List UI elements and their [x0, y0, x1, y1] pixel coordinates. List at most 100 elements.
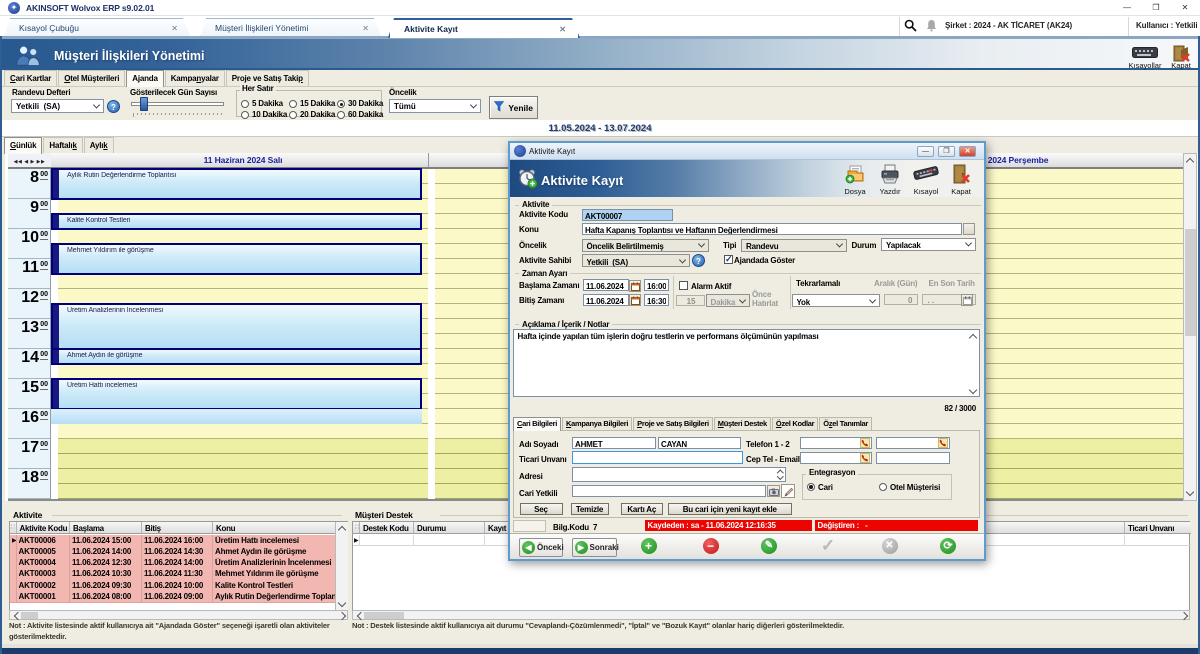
aktivite-kodu-field[interactable]: AKT00007	[582, 209, 673, 221]
activity-col-1[interactable]: Aktivite Kodu	[16, 522, 71, 533]
scroll-left-button[interactable]	[11, 611, 21, 619]
email-field[interactable]	[876, 452, 951, 464]
scroll-down-button[interactable]	[1184, 486, 1196, 500]
dialog-tool-k-sayol[interactable]: Kısayol	[911, 164, 941, 196]
radio-30-dakika[interactable]	[337, 100, 345, 108]
time-slot[interactable]	[58, 454, 428, 469]
scroll-left-button[interactable]	[354, 611, 364, 619]
edit-button[interactable]	[781, 484, 795, 498]
radio-60-dakika[interactable]	[337, 111, 345, 119]
cancel-button[interactable]: ✕	[882, 538, 898, 554]
confirm-button[interactable]: ✓	[820, 538, 836, 554]
module-tab-otel-m-terileri[interactable]: Otel Müşterileri	[58, 70, 125, 86]
phone-icon[interactable]	[938, 438, 948, 448]
aciklama-textarea[interactable]: Hafta içinde yapılan tüm işlerin doğru t…	[513, 329, 980, 398]
telefon2-field[interactable]	[876, 437, 951, 449]
activity-col-2[interactable]: Başlama	[69, 522, 142, 533]
onceki-button[interactable]: ◀Önceki	[519, 538, 563, 557]
scroll-down-button[interactable]	[336, 598, 348, 609]
scroll-up-button[interactable]	[336, 523, 348, 534]
soyadi-field[interactable]: CAYAN	[658, 437, 742, 449]
konu-field[interactable]: Hafta Kapanış Toplantısı ve Haftanın Değ…	[582, 223, 962, 235]
time-slot[interactable]	[58, 469, 428, 484]
module-tab-cari-kartlar[interactable]: Cari Kartlar	[4, 70, 57, 86]
scroll-thumb[interactable]	[1185, 229, 1196, 336]
calendar-nav-cell[interactable]: ◀◀ ◀ ▶ ▶▶	[8, 153, 51, 169]
calendar-tab-3[interactable]: Aylık	[84, 137, 114, 153]
cari-radio[interactable]	[807, 483, 815, 491]
module-close-button[interactable]: Kapat	[1164, 42, 1198, 69]
time-slot[interactable]	[58, 229, 428, 244]
dialog-tab-4[interactable]: Müşteri Destek	[714, 417, 771, 430]
dialog-tab-3[interactable]: Proje ve Satış Bilgileri	[633, 417, 713, 430]
aktivite-sahibi-select[interactable]: Yetkili (SA)	[582, 254, 691, 267]
phone-icon[interactable]	[860, 438, 870, 448]
telefon1-field[interactable]	[800, 437, 872, 449]
dialog-tab-5[interactable]: Özel Kodlar	[772, 417, 818, 430]
scroll-up-button[interactable]	[1184, 154, 1196, 168]
calendar-nav-arrows[interactable]: ◀◀ ◀ ▶ ▶▶	[14, 159, 46, 165]
dialog-tool-dosya[interactable]: Dosya	[840, 164, 870, 196]
activity-hscrollbar[interactable]	[9, 610, 348, 620]
scroll-thumb[interactable]	[21, 612, 38, 619]
action-button-2[interactable]: Temizle	[571, 503, 609, 516]
phone-icon[interactable]	[860, 453, 870, 463]
day-count-slider-thumb[interactable]	[140, 97, 148, 111]
window-close-button[interactable]: ✕	[1178, 4, 1192, 13]
calendar-event[interactable]: Mehmet Yıldırım ile görüşme	[51, 243, 422, 275]
action-button-4[interactable]: Bu cari için yeni kayıt ekle	[668, 503, 792, 516]
activity-col-3[interactable]: Bitiş	[141, 522, 213, 533]
help-button[interactable]: ?	[107, 100, 120, 113]
sonraki-button[interactable]: ▶Sonraki	[572, 538, 617, 557]
notification-bell-icon[interactable]	[926, 19, 937, 32]
dialog-minimize-button[interactable]: —	[917, 146, 934, 157]
selected-slot[interactable]	[51, 409, 422, 424]
adi-field[interactable]: AHMET	[572, 437, 656, 449]
add-record-button[interactable]: +	[641, 538, 657, 554]
tekrar-select[interactable]: Yok	[792, 294, 880, 307]
activity-row[interactable]: AKT0000111.06.2024 08:0011.06.2024 09:00…	[10, 591, 335, 603]
dialog-tab-1[interactable]: Cari Bilgileri	[513, 417, 561, 431]
activity-col-4[interactable]: Konu	[212, 522, 337, 533]
oncelik-select[interactable]: Öncelik Belirtilmemiş	[582, 239, 709, 252]
scroll-right-button[interactable]	[337, 611, 347, 619]
dialog-tab-2[interactable]: Kampanya Bilgileri	[562, 417, 632, 430]
support-hscrollbar[interactable]	[352, 610, 1190, 620]
time-slot[interactable]	[58, 274, 428, 289]
bitis-time-field[interactable]: 16:30	[644, 294, 669, 306]
tab-close-icon[interactable]: ✕	[559, 20, 566, 39]
calendar-vscrollbar[interactable]	[1183, 153, 1197, 501]
time-slot[interactable]	[58, 289, 428, 304]
calendar-tab-2[interactable]: Haftalık	[43, 137, 82, 153]
delete-record-button[interactable]: −	[703, 538, 719, 554]
window-maximize-button[interactable]: ❐	[1149, 4, 1163, 13]
alarm-aktif-checkbox[interactable]	[679, 281, 688, 290]
bitis-date-field[interactable]: 11.06.2024	[583, 294, 629, 306]
radio-5-dakika[interactable]	[241, 100, 249, 108]
support-col-last[interactable]: Ticari Unvanı	[1124, 522, 1192, 533]
tipi-select[interactable]: Randevu	[741, 239, 847, 252]
cep-tel-field[interactable]	[800, 452, 872, 464]
time-slot[interactable]	[58, 439, 428, 454]
calendar-picker-button[interactable]	[961, 294, 973, 306]
cari-yetkili-field[interactable]	[572, 485, 766, 497]
baslama-time-field[interactable]: 16:00	[644, 279, 669, 291]
support-col-2[interactable]: Durumu	[413, 522, 485, 533]
time-slot[interactable]	[58, 424, 428, 439]
textarea-scroll-up[interactable]	[969, 332, 977, 340]
time-slot[interactable]	[58, 199, 428, 214]
dialog-help-button[interactable]: ?	[692, 254, 705, 267]
dialog-close-button[interactable]: ✕	[959, 146, 976, 157]
action-button-1[interactable]: Seç	[520, 503, 563, 516]
ajandada-goster-checkbox[interactable]	[724, 255, 733, 264]
document-tab-1[interactable]: Kısayol Çubuğu✕	[4, 18, 191, 38]
otel-radio[interactable]	[879, 483, 887, 491]
calendar-picker-button[interactable]	[629, 280, 641, 292]
support-col-1[interactable]: Destek Kodu	[359, 522, 414, 533]
calendar-event[interactable]: Üretim Hattı incelemesi	[51, 378, 422, 410]
dialog-tool-kapat[interactable]: Kapat	[946, 164, 976, 196]
document-tab-3[interactable]: Aktivite Kayıt✕	[388, 18, 580, 38]
activity-vscrollbar[interactable]	[335, 522, 348, 611]
calendar-event[interactable]: Aylık Rutin Değerlendirme Toplantısı	[51, 168, 422, 200]
alarm-unit-select[interactable]: Dakika	[706, 294, 750, 307]
